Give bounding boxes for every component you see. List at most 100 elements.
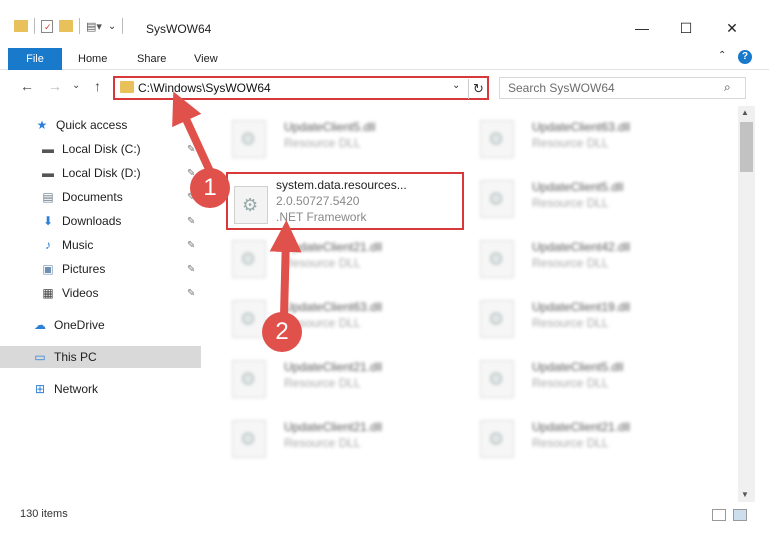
- address-path[interactable]: C:\Windows\SysWOW64: [138, 81, 271, 95]
- file-description: Resource DLL: [532, 196, 609, 210]
- dll-file-icon: [232, 420, 266, 458]
- sidebar-item-network[interactable]: ⊞ Network: [0, 378, 201, 400]
- file-item-highlighted[interactable]: system.data.resources... 2.0.50727.5420 …: [226, 172, 464, 230]
- search-input[interactable]: [508, 80, 718, 96]
- step-badge-1: 1: [190, 168, 230, 208]
- dll-file-icon: [480, 180, 514, 218]
- status-bar: 130 items: [0, 502, 769, 533]
- dll-file-icon: [234, 186, 268, 224]
- new-folder-icon[interactable]: [59, 20, 73, 32]
- sidebar-item-this-pc[interactable]: ▭ This PC: [0, 346, 201, 368]
- sidebar-item-local-disk-c[interactable]: ▬ Local Disk (C:) ✎: [0, 138, 201, 160]
- file-name: UpdateClient5.dll: [532, 360, 624, 374]
- file-name: UpdateClient63.dll: [532, 120, 631, 134]
- collapse-ribbon-icon[interactable]: ⌃: [718, 50, 726, 61]
- scroll-up-icon[interactable]: ▲: [741, 108, 749, 117]
- dll-file-icon: [232, 360, 266, 398]
- sidebar-item-label: Music: [62, 238, 94, 252]
- forward-button[interactable]: →: [48, 78, 62, 94]
- sidebar-item-pictures[interactable]: ▣ Pictures ✎: [0, 258, 201, 280]
- cloud-icon: ☁: [34, 318, 46, 332]
- file-name: UpdateClient5.dll: [284, 120, 376, 134]
- sidebar-item-label: Videos: [62, 286, 99, 300]
- pin-icon[interactable]: ✎: [187, 240, 195, 251]
- file-item[interactable]: UpdateClient42.dll Resource DLL: [468, 230, 704, 284]
- navigation-bar: ← → ⌄ ↑ C:\Windows\SysWOW64 ⌄ ↻ ⌕: [0, 70, 769, 106]
- file-item[interactable]: UpdateClient5.dll Resource DLL: [468, 170, 704, 224]
- back-button[interactable]: ←: [20, 78, 34, 94]
- sidebar-item-documents[interactable]: ▤ Documents ✎: [0, 186, 201, 208]
- close-button[interactable]: ✕: [712, 14, 752, 42]
- pictures-icon: ▣: [42, 262, 54, 276]
- dll-file-icon: [232, 240, 266, 278]
- pin-icon[interactable]: ✎: [187, 288, 195, 299]
- dll-file-icon: [232, 300, 266, 338]
- maximize-button[interactable]: ☐: [666, 14, 706, 42]
- file-description: Resource DLL: [284, 376, 361, 390]
- dll-file-icon: [480, 360, 514, 398]
- window-title: SysWOW64: [146, 22, 212, 36]
- file-item[interactable]: UpdateClient21.dll Resource DLL: [468, 410, 704, 464]
- file-item[interactable]: UpdateClient63.dll Resource DLL: [468, 110, 704, 164]
- sidebar-item-downloads[interactable]: ⬇ Downloads ✎: [0, 210, 201, 232]
- pin-icon[interactable]: ✎: [187, 144, 195, 155]
- tiles-view-icon[interactable]: [733, 509, 747, 521]
- details-view-icon[interactable]: [712, 509, 726, 521]
- tab-home[interactable]: Home: [78, 48, 107, 70]
- dll-file-icon: [232, 120, 266, 158]
- sidebar-item-videos[interactable]: ▦ Videos ✎: [0, 282, 201, 304]
- tab-share[interactable]: Share: [137, 48, 166, 70]
- file-description: Resource DLL: [532, 136, 609, 150]
- file-description: Resource DLL: [532, 376, 609, 390]
- file-name: UpdateClient21.dll: [284, 360, 383, 374]
- file-description: Resource DLL: [532, 256, 609, 270]
- recent-locations-button[interactable]: ⌄: [72, 80, 80, 91]
- file-version: 2.0.50727.5420: [276, 194, 360, 208]
- file-item[interactable]: UpdateClient21.dll Resource DLL: [220, 410, 456, 464]
- file-description: Resource DLL: [284, 136, 361, 150]
- file-item[interactable]: UpdateClient21.dll Resource DLL: [220, 350, 456, 404]
- drive-icon: ▬: [42, 142, 54, 156]
- minimize-button[interactable]: —: [622, 14, 662, 42]
- search-icon[interactable]: ⌕: [724, 80, 731, 95]
- file-description: .NET Framework: [276, 210, 367, 224]
- toolbar-divider: [34, 18, 35, 34]
- file-name: UpdateClient21.dll: [532, 420, 631, 434]
- up-button[interactable]: ↑: [94, 78, 101, 94]
- vertical-scrollbar[interactable]: ▲ ▼: [738, 106, 755, 502]
- file-item[interactable]: UpdateClient5.dll Resource DLL: [468, 350, 704, 404]
- sidebar-item-onedrive[interactable]: ☁ OneDrive: [0, 314, 201, 336]
- file-name: UpdateClient5.dll: [532, 180, 624, 194]
- sidebar-item-local-disk-d[interactable]: ▬ Local Disk (D:) ✎: [0, 162, 201, 184]
- file-name: UpdateClient19.dll: [532, 300, 631, 314]
- file-item[interactable]: UpdateClient19.dll Resource DLL: [468, 290, 704, 344]
- dropdown-arrow-icon[interactable]: ⌄: [108, 21, 116, 32]
- file-description: Resource DLL: [532, 316, 609, 330]
- sidebar-item-quick-access[interactable]: ★ Quick access: [0, 114, 201, 136]
- chevron-down-icon[interactable]: ⌄: [452, 80, 460, 91]
- scroll-down-icon[interactable]: ▼: [741, 490, 749, 499]
- file-item[interactable]: UpdateClient5.dll Resource DLL: [220, 110, 456, 164]
- search-box[interactable]: ⌕: [499, 77, 746, 99]
- file-description: Resource DLL: [284, 436, 361, 450]
- properties-icon[interactable]: ✓: [41, 19, 53, 33]
- videos-icon: ▦: [42, 286, 54, 300]
- quick-access-toolbar: ✓ ▤▾ ⌄: [14, 18, 124, 34]
- pin-icon[interactable]: ✎: [187, 264, 195, 275]
- pin-icon[interactable]: ✎: [187, 216, 195, 227]
- dll-file-icon: [480, 120, 514, 158]
- dll-file-icon: [480, 420, 514, 458]
- folder-icon: [14, 20, 28, 32]
- file-name: UpdateClient63.dll: [284, 300, 383, 314]
- address-bar[interactable]: C:\Windows\SysWOW64 ⌄ ↻: [113, 76, 489, 100]
- scrollbar-thumb[interactable]: [740, 122, 753, 172]
- help-icon[interactable]: ?: [738, 50, 752, 64]
- tab-view[interactable]: View: [194, 48, 218, 70]
- refresh-button[interactable]: ↻: [468, 79, 488, 99]
- sidebar-item-music[interactable]: ♪ Music ✎: [0, 234, 201, 256]
- file-item[interactable]: UpdateClient63.dll Resource DLL: [220, 290, 456, 344]
- file-item[interactable]: UpdateClient21.dll Resource DLL: [220, 230, 456, 284]
- tab-file[interactable]: File: [8, 48, 62, 70]
- customize-toolbar-icon[interactable]: ▤▾: [86, 20, 102, 33]
- sidebar-item-label: Downloads: [62, 214, 122, 228]
